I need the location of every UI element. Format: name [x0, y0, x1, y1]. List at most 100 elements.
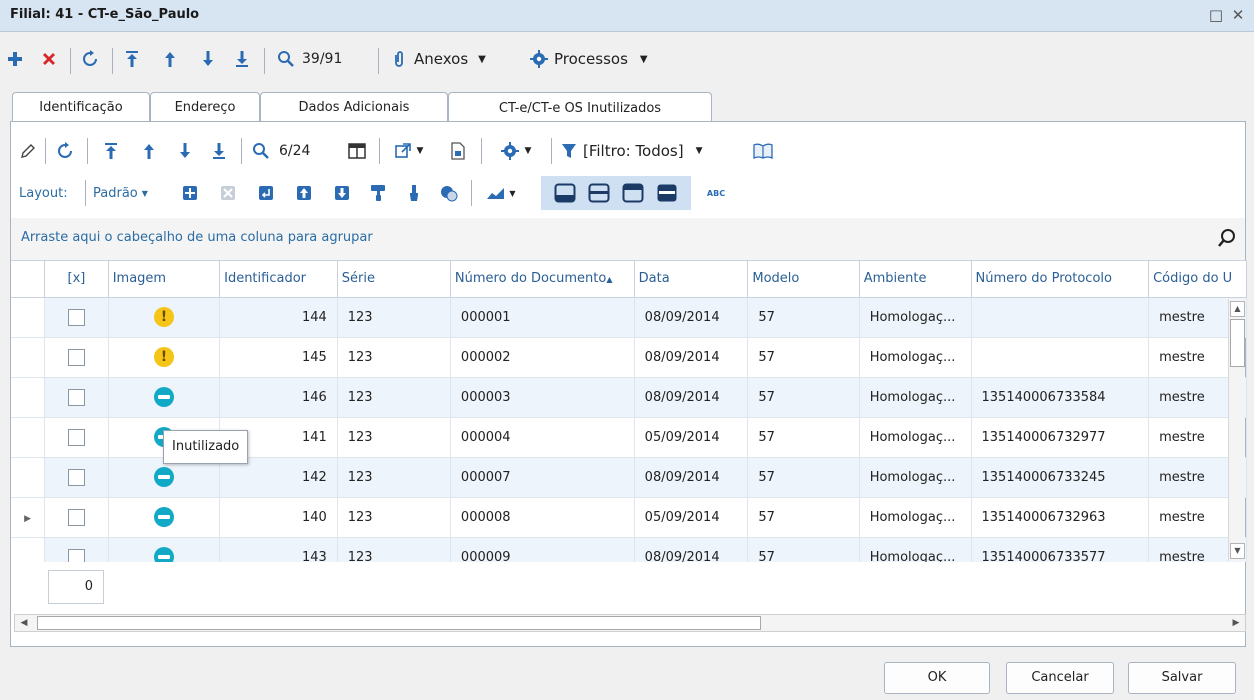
- layout-download-button[interactable]: [331, 176, 353, 210]
- cell-serie: 123: [337, 417, 451, 458]
- grid-settings-menu[interactable]: ▼: [493, 134, 539, 168]
- scroll-down-button[interactable]: ▼: [1230, 543, 1245, 559]
- row-checkbox-cell[interactable]: [44, 457, 109, 498]
- scroll-up-button[interactable]: ▲: [1230, 301, 1245, 317]
- brush-button[interactable]: [403, 176, 425, 210]
- arrow-up-icon: [144, 144, 154, 159]
- add-record-button[interactable]: [4, 40, 26, 78]
- table-row[interactable]: 143 123 000009 08/09/2014 57 Homologaç... 1351…: [11, 537, 1247, 562]
- column-header-ambiente[interactable]: Ambiente: [859, 261, 972, 298]
- row-bottom-icon[interactable]: [554, 183, 576, 203]
- row-top-icon[interactable]: [622, 183, 644, 203]
- cell-numero-documento: 000008: [450, 497, 635, 538]
- ok-button[interactable]: OK: [884, 662, 990, 694]
- row-checkbox[interactable]: [67, 548, 85, 562]
- tab-dados-adicionais[interactable]: Dados Adicionais: [260, 92, 448, 122]
- tab-cte-inutilizados[interactable]: CT-e/CT-e OS Inutilizados: [448, 92, 712, 123]
- grid-previous-button[interactable]: [137, 134, 161, 168]
- column-header-serie[interactable]: Série: [337, 261, 451, 298]
- row-checkbox-cell[interactable]: [44, 297, 109, 338]
- layout-add-button[interactable]: [179, 176, 201, 210]
- grid-refresh-button[interactable]: [53, 134, 77, 168]
- vertical-scroll-thumb[interactable]: [1230, 319, 1245, 367]
- grid-search-button[interactable]: [249, 134, 273, 168]
- color-circles-icon: [441, 186, 458, 202]
- group-by-area[interactable]: Arraste aqui o cabeçalho de uma coluna p…: [11, 218, 1245, 260]
- row-indicator: [11, 337, 46, 378]
- chart-menu[interactable]: ▼: [481, 176, 521, 210]
- help-book-button[interactable]: [751, 134, 775, 168]
- maximize-button[interactable]: □: [1206, 6, 1226, 24]
- row-checkbox-cell[interactable]: [44, 337, 109, 378]
- columns-button[interactable]: [345, 134, 369, 168]
- search-icon[interactable]: [1217, 228, 1237, 248]
- row-checkbox-cell[interactable]: [44, 377, 109, 418]
- cell-numero-documento: 000007: [450, 457, 635, 498]
- horizontal-scroll-thumb[interactable]: [37, 616, 761, 630]
- table-row[interactable]: 146 123 000003 08/09/2014 57 Homologaç... 1351…: [11, 377, 1247, 418]
- scroll-right-button[interactable]: ▶: [1227, 615, 1245, 631]
- edit-button[interactable]: [17, 134, 39, 168]
- search-icon: [253, 143, 269, 159]
- horizontal-scrollbar[interactable]: ◀ ▶: [14, 614, 1246, 632]
- refresh-button[interactable]: [78, 40, 102, 78]
- table-row[interactable]: ! 145 123 000002 08/09/2014 57 Homologaç... mes…: [11, 337, 1247, 378]
- grid-first-button[interactable]: [99, 134, 123, 168]
- cancel-button[interactable]: Cancelar: [1006, 662, 1114, 694]
- search-record-button[interactable]: [274, 40, 298, 78]
- layout-upload-button[interactable]: [293, 176, 315, 210]
- cell-data: 05/09/2014: [634, 497, 749, 538]
- vertical-scrollbar[interactable]: ▲ ▼: [1228, 299, 1245, 561]
- column-header-data[interactable]: Data: [634, 261, 749, 298]
- table-row[interactable]: ! 144 123 000001 08/09/2014 57 Homologaç... mes…: [11, 297, 1247, 338]
- tab-identificacao[interactable]: Identificação: [12, 92, 150, 122]
- tab-endereco[interactable]: Endereço: [150, 92, 260, 122]
- attachments-menu[interactable]: Anexos ▼: [392, 40, 522, 78]
- row-checkbox-cell[interactable]: [44, 537, 109, 562]
- document-button[interactable]: [447, 134, 469, 168]
- paint-roller-button[interactable]: [367, 176, 389, 210]
- grid-table: [x] Imagem Identificador Série Número do…: [11, 261, 1247, 562]
- row-image-cell: !: [108, 337, 221, 378]
- row-checkbox-cell[interactable]: [44, 497, 109, 538]
- color-button[interactable]: [437, 176, 461, 210]
- column-header-codigo-usuario[interactable]: Código do U: [1148, 261, 1247, 298]
- row-middle-icon[interactable]: [588, 183, 610, 203]
- layout-delete-button[interactable]: [217, 176, 239, 210]
- row-checkbox[interactable]: [67, 428, 85, 446]
- spellcheck-button[interactable]: ABC: [701, 176, 731, 210]
- row-checkbox[interactable]: [67, 308, 85, 326]
- next-record-button[interactable]: [196, 40, 220, 78]
- close-button[interactable]: ✕: [1228, 6, 1248, 24]
- column-header-identificador[interactable]: Identificador: [219, 261, 338, 298]
- columns-icon: [348, 143, 366, 159]
- save-button[interactable]: Salvar: [1128, 662, 1236, 694]
- row-checkbox[interactable]: [67, 468, 85, 486]
- row-full-icon[interactable]: [656, 183, 678, 203]
- table-row[interactable]: ▶ 140 123 000008 05/09/2014 57 Homologaç... 135…: [11, 497, 1247, 538]
- processes-menu[interactable]: Processos ▼: [530, 40, 680, 78]
- dialog-window: Filial: 41 - CT-e_São_Paulo □ ✕ 39/91 An…: [0, 0, 1254, 700]
- column-header-numero-documento[interactable]: Número do Documento▲: [450, 261, 635, 298]
- scroll-left-button[interactable]: ◀: [15, 615, 33, 631]
- column-header-numero-protocolo[interactable]: Número do Protocolo: [971, 261, 1150, 298]
- layout-select[interactable]: Padrão ▼: [93, 176, 163, 210]
- filter-menu[interactable]: [Filtro: Todos] ▼: [561, 134, 751, 168]
- grid-next-button[interactable]: [173, 134, 197, 168]
- row-checkbox-cell[interactable]: [44, 417, 109, 458]
- layout-apply-button[interactable]: [255, 176, 277, 210]
- column-header-imagem[interactable]: Imagem: [108, 261, 221, 298]
- last-record-button[interactable]: [230, 40, 254, 78]
- previous-record-button[interactable]: [158, 40, 182, 78]
- first-record-button[interactable]: [120, 40, 144, 78]
- row-checkbox[interactable]: [67, 508, 85, 526]
- row-checkbox[interactable]: [67, 348, 85, 366]
- delete-record-button[interactable]: [38, 40, 60, 78]
- column-header-check[interactable]: [x]: [44, 261, 109, 298]
- cell-ambiente: Homologaç...: [859, 417, 972, 458]
- export-menu[interactable]: ▼: [389, 134, 429, 168]
- last-icon: [236, 51, 248, 67]
- row-checkbox[interactable]: [67, 388, 85, 406]
- grid-last-button[interactable]: [207, 134, 231, 168]
- column-header-modelo[interactable]: Modelo: [747, 261, 860, 298]
